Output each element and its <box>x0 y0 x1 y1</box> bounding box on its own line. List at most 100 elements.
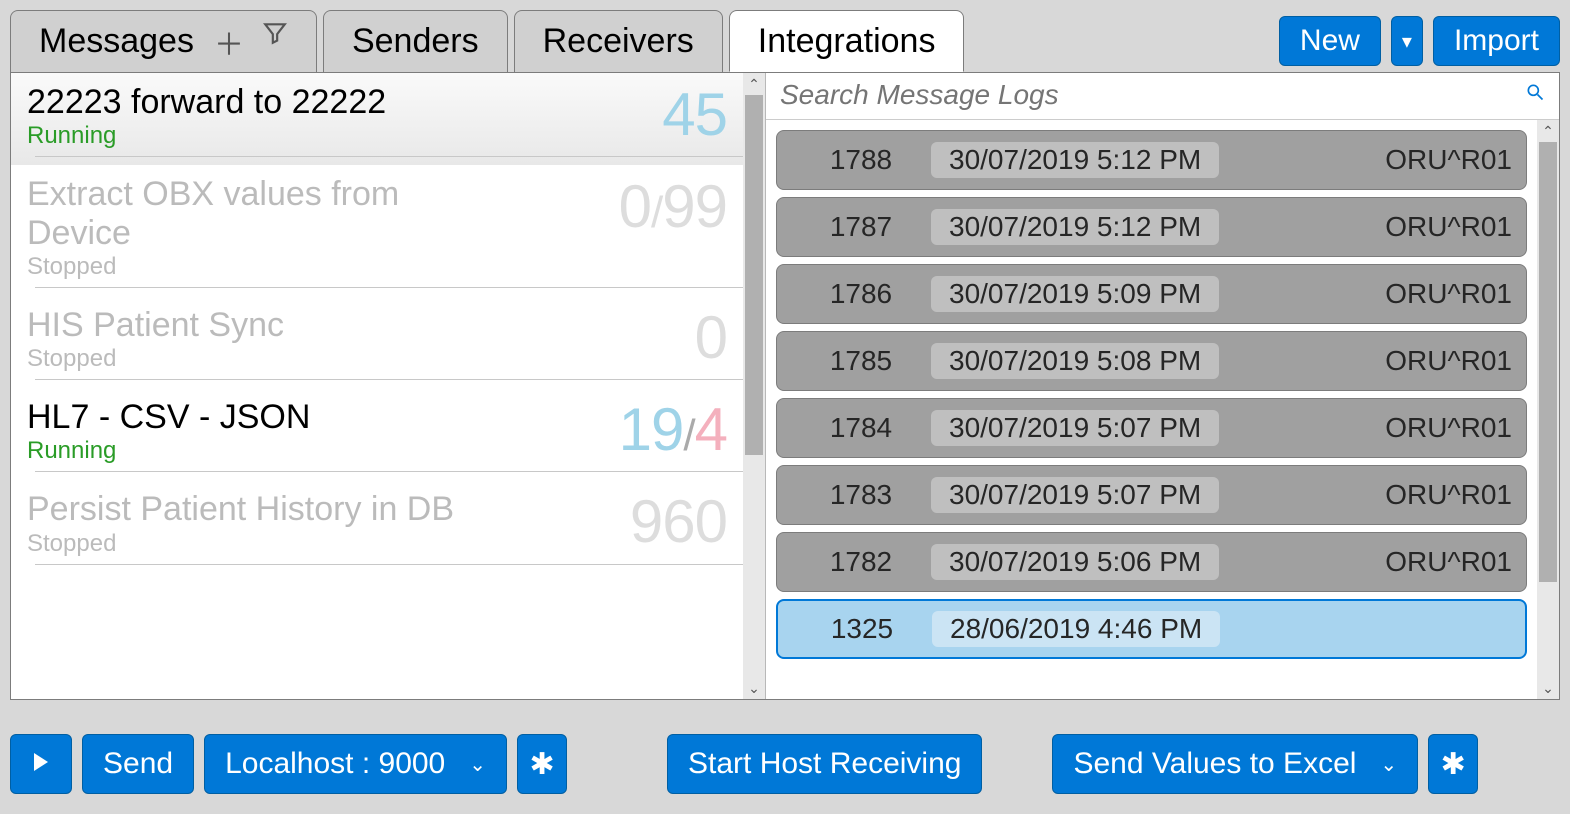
host-settings-button[interactable]: ✱ <box>517 734 567 794</box>
log-timestamp: 28/06/2019 4:46 PM <box>932 611 1220 647</box>
log-row[interactable]: 178730/07/2019 5:12 PM ORU^R01 <box>776 197 1527 257</box>
log-timestamp: 30/07/2019 5:12 PM <box>931 209 1219 245</box>
excel-settings-button[interactable]: ✱ <box>1428 734 1478 794</box>
integration-title: HL7 - CSV - JSON <box>27 398 507 437</box>
scrollbar-thumb[interactable] <box>745 95 763 455</box>
integrations-scrollbar[interactable]: ⌃ ⌄ <box>743 73 765 699</box>
send-to-excel-label: Send Values to Excel <box>1073 747 1356 781</box>
scroll-up-icon[interactable]: ⌃ <box>1537 120 1559 142</box>
integration-status: Stopped <box>27 530 727 558</box>
log-panel: 178830/07/2019 5:12 PMORU^R01178730/07/2… <box>766 73 1559 699</box>
integration-item[interactable]: HL7 - CSV - JSONRunning19/4 <box>11 388 743 480</box>
log-type: ORU^R01 <box>1385 144 1512 176</box>
new-button-label: New <box>1300 24 1360 58</box>
log-type: ORU^R01 <box>1385 546 1512 578</box>
log-row[interactable]: 178630/07/2019 5:09 PMORU^R01 <box>776 264 1527 324</box>
start-receiving-button[interactable]: Start Host Receiving <box>667 734 982 794</box>
bottom-toolbar: Send Localhost : 9000 ⌄ ✱ Start Host Rec… <box>10 734 1560 794</box>
log-id: 1782 <box>791 546 931 578</box>
tab-senders[interactable]: Senders <box>323 10 508 72</box>
log-id: 1785 <box>791 345 931 377</box>
integration-item[interactable]: Extract OBX values from DeviceStopped 0/9… <box>11 165 743 296</box>
log-type: ORU^R01 <box>1385 412 1512 444</box>
send-to-excel-combo[interactable]: Send Values to Excel ⌄ <box>1052 734 1418 794</box>
new-dropdown-button[interactable]: ▾ <box>1391 16 1423 66</box>
log-row[interactable]: 178330/07/2019 5:07 PM ORU^R01 <box>776 465 1527 525</box>
log-timestamp: 30/07/2019 5:08 PM <box>931 343 1219 379</box>
filter-icon[interactable] <box>262 20 288 64</box>
search-icon[interactable] <box>1517 82 1553 108</box>
scroll-down-icon[interactable]: ⌄ <box>743 677 765 699</box>
log-timestamp: 30/07/2019 5:12 PM <box>931 142 1219 178</box>
add-icon[interactable]: ＋ <box>214 20 244 64</box>
play-button[interactable] <box>10 734 72 794</box>
count-sep: / <box>683 411 694 460</box>
count-left: 19 <box>619 396 684 463</box>
log-id: 1787 <box>791 211 931 243</box>
integration-count: 960 <box>630 492 727 552</box>
count-right: 99 <box>662 173 727 240</box>
tab-messages[interactable]: Messages ＋ <box>10 10 317 72</box>
log-row[interactable]: 178430/07/2019 5:07 PMORU^R01 <box>776 398 1527 458</box>
start-receiving-label: Start Host Receiving <box>688 747 961 781</box>
divider <box>35 379 743 380</box>
log-row[interactable]: 132528/06/2019 4:46 PM <box>776 599 1527 659</box>
log-row[interactable]: 178230/07/2019 5:06 PM ORU^R01 <box>776 532 1527 592</box>
count-left: 0 <box>619 173 651 240</box>
integrations-panel: 22223 forward to 22222Running45Extract O… <box>11 73 766 699</box>
scrollbar-thumb[interactable] <box>1539 142 1557 582</box>
log-timestamp: 30/07/2019 5:07 PM <box>931 477 1219 513</box>
log-type: ORU^R01 <box>1385 211 1512 243</box>
divider <box>35 156 743 157</box>
integration-count: 0 <box>695 308 727 368</box>
integration-count: 45 <box>662 85 727 145</box>
scroll-up-icon[interactable]: ⌃ <box>743 73 765 95</box>
integrations-list: 22223 forward to 22222Running45Extract O… <box>11 73 743 699</box>
search-input[interactable] <box>772 75 1517 115</box>
tab-receivers[interactable]: Receivers <box>514 10 723 72</box>
gear-icon: ✱ <box>529 747 554 782</box>
tab-messages-label: Messages <box>39 22 194 61</box>
import-button[interactable]: Import <box>1433 16 1560 66</box>
integration-title: Extract OBX values from Device <box>27 175 507 253</box>
host-combo-label: Localhost : 9000 <box>225 747 445 781</box>
log-id: 1783 <box>791 479 931 511</box>
integration-count: 19/4 <box>619 400 727 460</box>
tab-integrations[interactable]: Integrations <box>729 10 965 72</box>
log-scrollbar[interactable]: ⌃ ⌄ <box>1537 120 1559 699</box>
divider <box>35 564 743 565</box>
import-button-label: Import <box>1454 24 1539 58</box>
log-id: 1325 <box>792 613 932 645</box>
gear-icon: ✱ <box>1441 747 1466 782</box>
log-id: 1784 <box>791 412 931 444</box>
log-type: ORU^R01 <box>1385 345 1512 377</box>
log-timestamp: 30/07/2019 5:06 PM <box>931 544 1219 580</box>
chevron-down-icon: ⌄ <box>1380 752 1397 777</box>
integration-count: 0/99 <box>619 177 727 237</box>
host-combo[interactable]: Localhost : 9000 ⌄ <box>204 734 507 794</box>
integration-title: 22223 forward to 22222 <box>27 83 507 122</box>
divider <box>35 471 743 472</box>
integration-item[interactable]: HIS Patient SyncStopped0 <box>11 296 743 388</box>
log-list: 178830/07/2019 5:12 PMORU^R01178730/07/2… <box>766 120 1537 699</box>
chevron-down-icon: ▾ <box>1402 29 1412 54</box>
log-row[interactable]: 178530/07/2019 5:08 PM ORU^R01 <box>776 331 1527 391</box>
tab-senders-label: Senders <box>352 22 479 61</box>
integration-status: Stopped <box>27 253 727 281</box>
send-button[interactable]: Send <box>82 734 194 794</box>
scroll-down-icon[interactable]: ⌄ <box>1537 677 1559 699</box>
log-type: ORU^R01 <box>1385 278 1512 310</box>
new-button[interactable]: New <box>1279 16 1381 66</box>
send-button-label: Send <box>103 747 173 781</box>
integration-status: Stopped <box>27 345 727 373</box>
integration-item[interactable]: 22223 forward to 22222Running45 <box>11 73 743 165</box>
tab-receivers-label: Receivers <box>543 22 694 61</box>
log-type: ORU^R01 <box>1385 479 1512 511</box>
log-row[interactable]: 178830/07/2019 5:12 PMORU^R01 <box>776 130 1527 190</box>
tab-integrations-label: Integrations <box>758 22 936 61</box>
play-icon <box>31 747 51 781</box>
divider <box>35 287 743 288</box>
search-row <box>766 73 1559 120</box>
main-area: 22223 forward to 22222Running45Extract O… <box>10 72 1560 700</box>
integration-item[interactable]: Persist Patient History in DBStopped960 <box>11 480 743 572</box>
